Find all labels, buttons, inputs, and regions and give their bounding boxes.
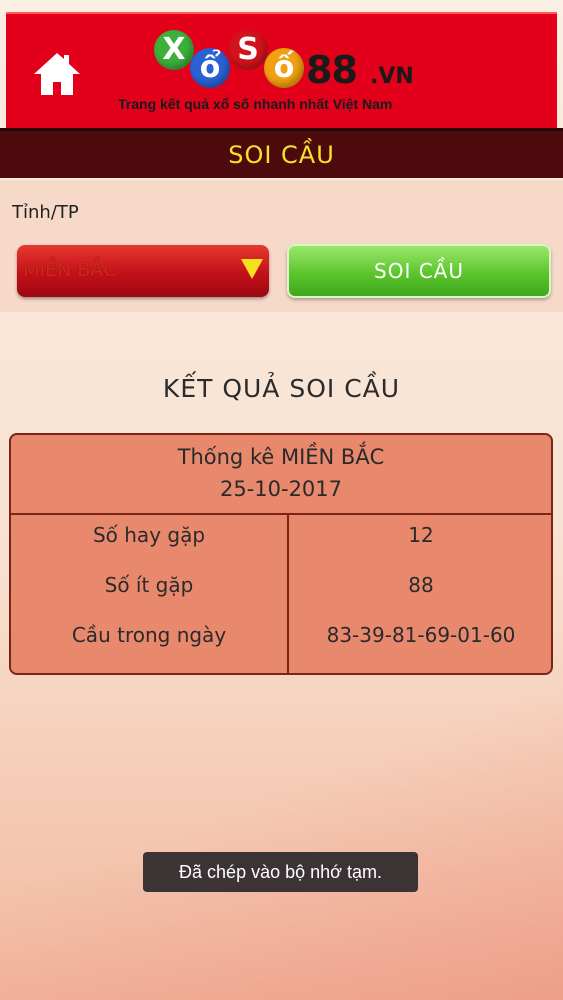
row-label: Số ít gặp — [104, 573, 194, 597]
table-row: Số hay gặp 12 — [11, 523, 551, 563]
table-row: Số ít gặp 88 — [11, 573, 551, 613]
site-tagline: Trang kết quả xổ số nhanh nhất Việt Nam — [118, 96, 393, 112]
row-label: Cầu trong ngày — [71, 623, 227, 647]
table-row: Cầu trong ngày 83-39-81-69-01-60 — [11, 623, 551, 663]
table-title: Thống kê MIỀN BẮC — [177, 445, 385, 469]
logo-ball-green: X — [154, 30, 194, 70]
table-date: 25-10-2017 — [219, 477, 343, 501]
page-title: SOI CẦU — [228, 140, 335, 169]
row-value: 83-39-81-69-01-60 — [326, 623, 516, 647]
row-value: 88 — [408, 573, 434, 597]
row-value: 12 — [408, 523, 434, 547]
toast-message: Đã chép vào bộ nhớ tạm. — [143, 852, 418, 892]
result-heading: KẾT QUẢ SOI CẦU — [162, 374, 401, 403]
row-label: Số hay gặp — [92, 523, 206, 547]
app-header: X ổ S ố 88 .VN Trang kết quả xổ số nhanh… — [6, 12, 557, 128]
soi-cau-button[interactable]: SOI CẦU — [287, 244, 551, 298]
region-select[interactable]: MIỀN BẮC — [17, 245, 269, 297]
logo-number: 88 — [306, 48, 358, 92]
dropdown-arrow-icon — [241, 259, 263, 279]
logo-ball-orange: ố — [264, 48, 304, 88]
table-header: Thống kê MIỀN BẮC 25-10-2017 — [11, 435, 551, 515]
filter-panel: Tỉnh/TP MIỀN BẮC SOI CẦU — [0, 180, 563, 312]
site-logo: X ổ S ố 88 .VN — [146, 28, 436, 98]
page-title-bar: SOI CẦU — [0, 128, 563, 178]
logo-ball-red: S — [228, 30, 268, 70]
logo-ball-blue: ổ — [190, 48, 230, 88]
home-button[interactable] — [32, 50, 82, 98]
home-icon — [34, 53, 80, 95]
region-label: Tỉnh/TP — [12, 202, 79, 223]
background-decoration — [0, 680, 563, 1000]
result-table: Thống kê MIỀN BẮC 25-10-2017 Số hay gặp … — [9, 433, 553, 675]
logo-domain: .VN — [370, 64, 414, 89]
region-select-value: MIỀN BẮC — [23, 259, 117, 281]
